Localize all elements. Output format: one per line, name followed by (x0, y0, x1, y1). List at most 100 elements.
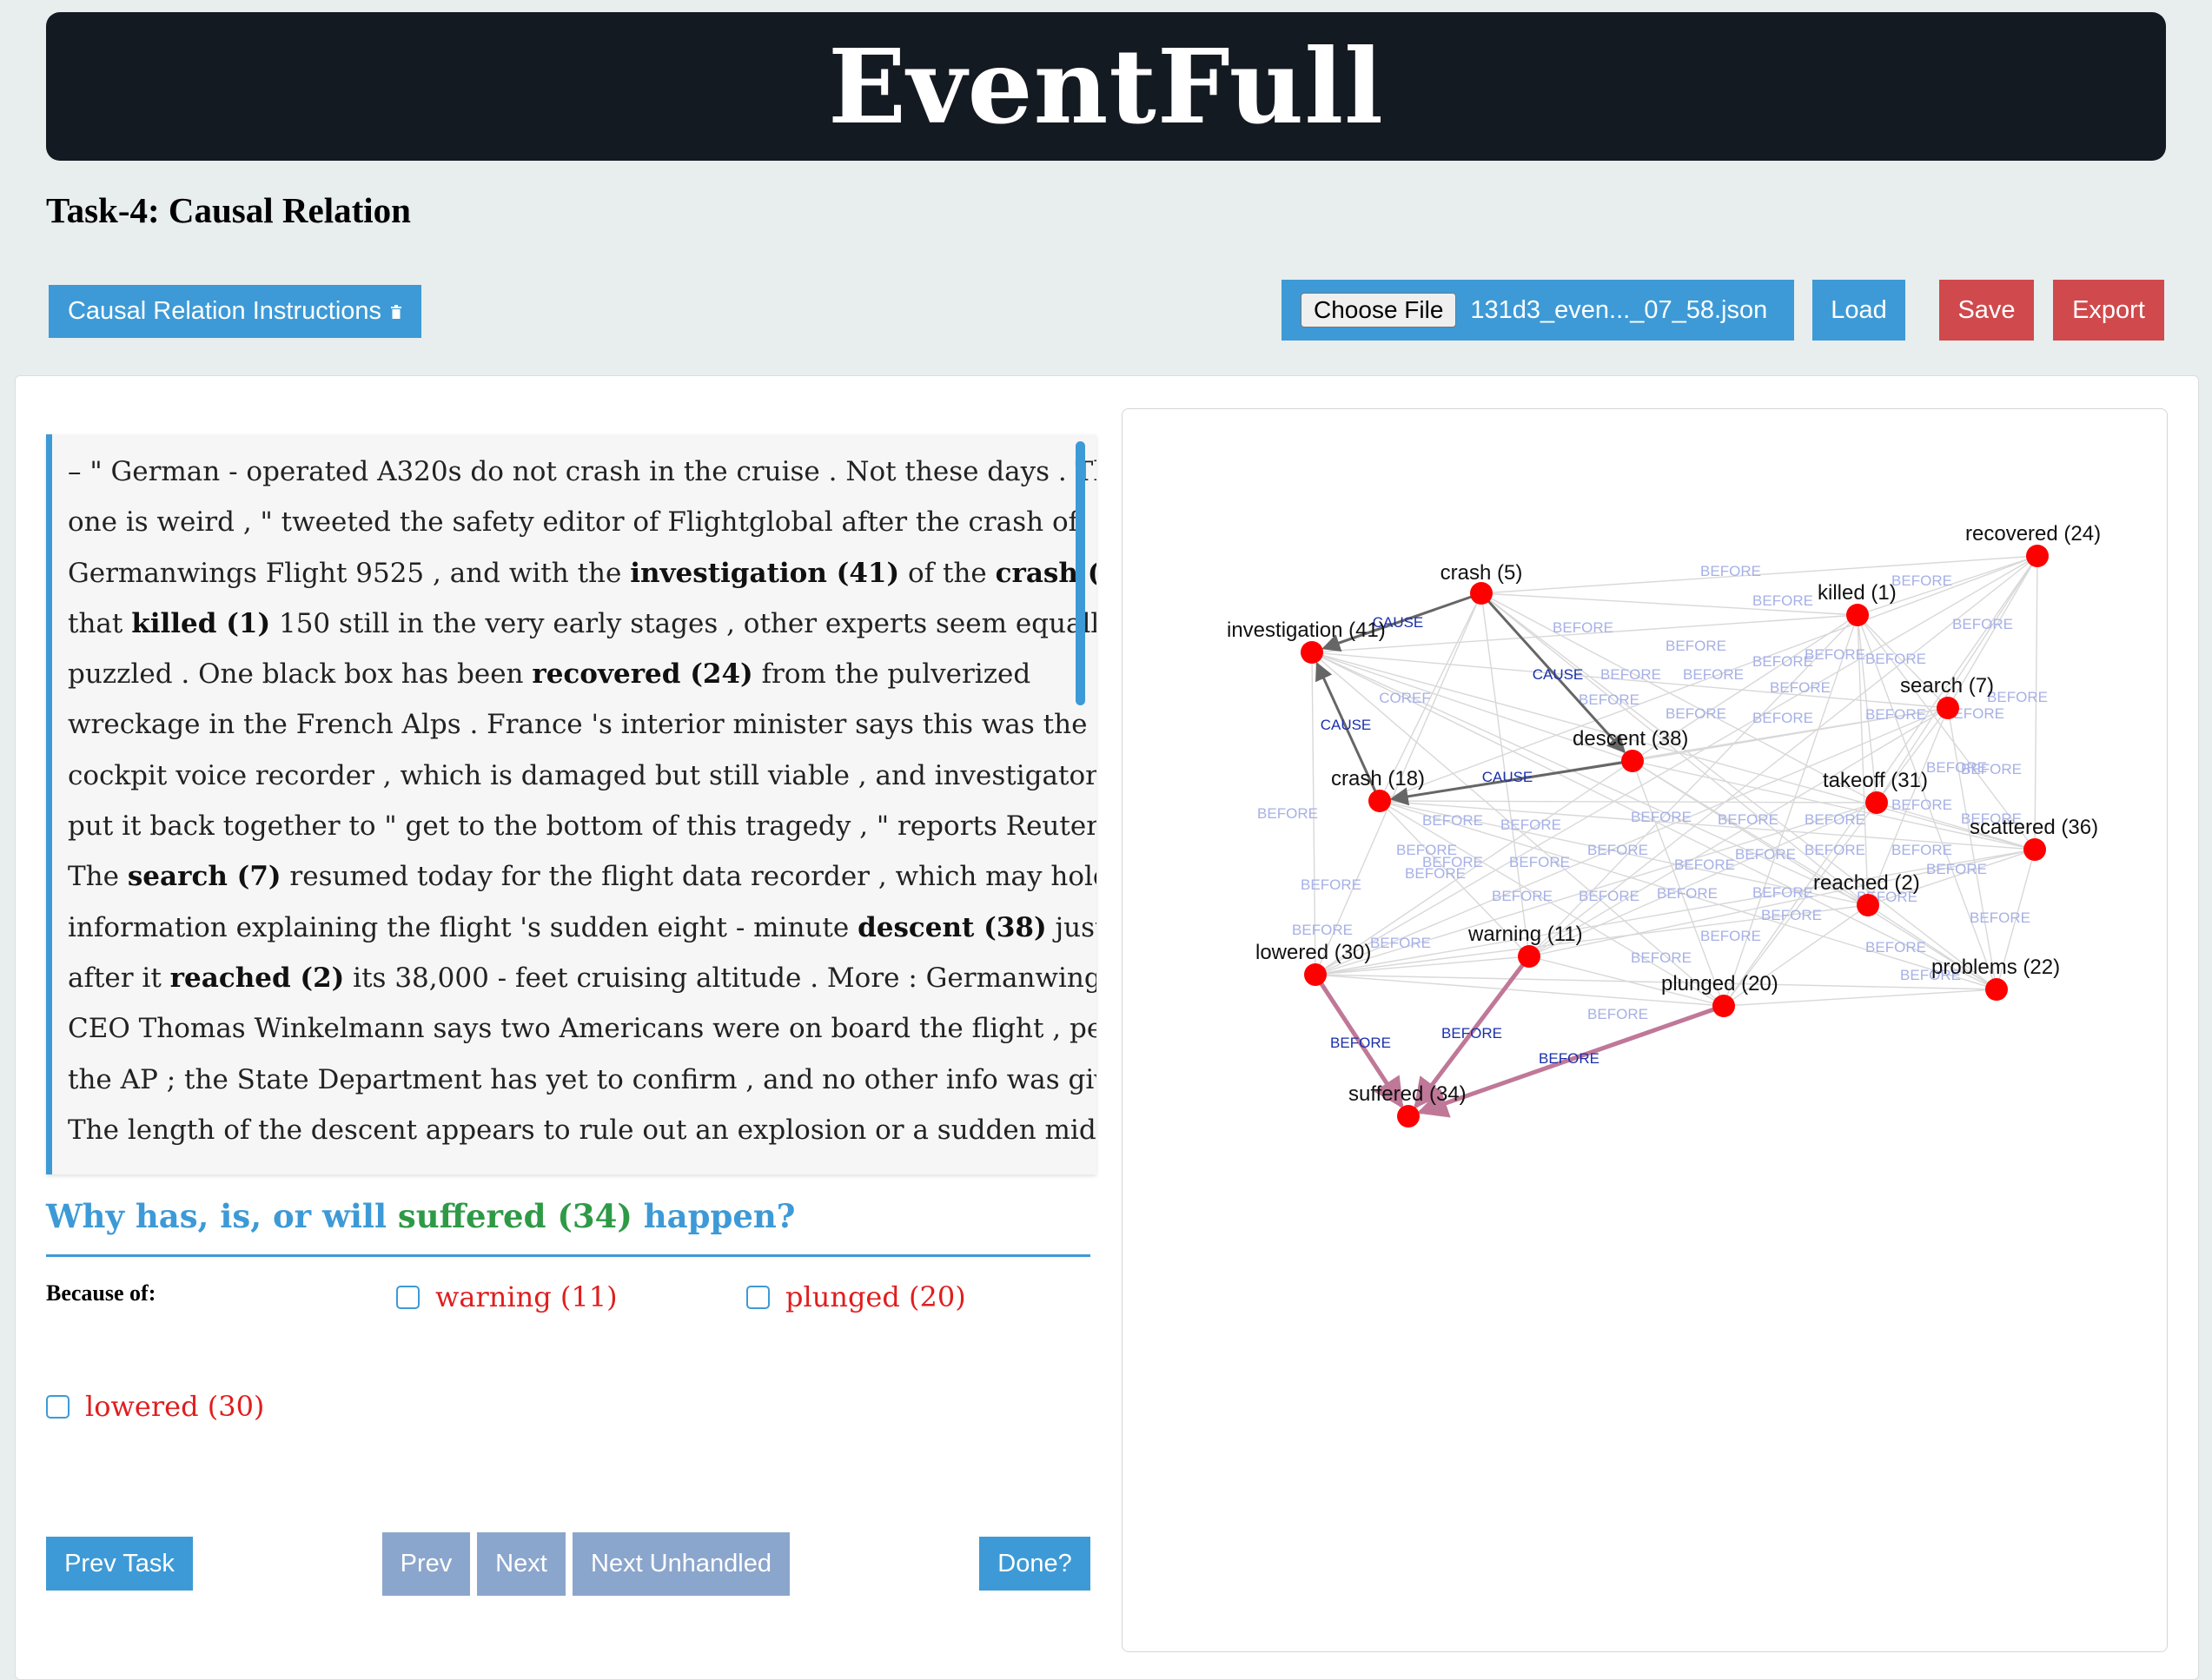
edge-label-faint: BEFORE (1631, 809, 1692, 825)
option-plunged[interactable]: plunged (20) (746, 1280, 966, 1313)
graph-node[interactable] (1857, 894, 1879, 916)
event-mention: reached (2) (169, 962, 345, 994)
save-button[interactable]: Save (1939, 280, 2034, 341)
option-lowered[interactable]: lowered (30) (46, 1390, 264, 1423)
option-checkbox[interactable] (746, 1285, 770, 1309)
edge-label-faint: BEFORE (1657, 885, 1718, 902)
edge-label-faint: BEFORE (1752, 592, 1813, 609)
before-edge-faint[interactable] (1632, 760, 1725, 1007)
app-title: EventFull (827, 26, 1385, 147)
text-segment: one is weird , " tweeted the safety edit… (68, 506, 1079, 539)
edge-label-cause: CAUSE (1482, 769, 1533, 785)
event-mention: descent (38) (858, 911, 1047, 943)
graph-node[interactable] (1397, 1105, 1420, 1128)
edge-label-faint: BEFORE (1492, 888, 1553, 904)
edge-label-faint: BEFORE (1422, 812, 1483, 829)
edge-label-faint: BEFORE (1961, 761, 2022, 777)
option-checkbox[interactable] (396, 1285, 420, 1309)
graph-node[interactable] (1304, 963, 1327, 986)
next-button[interactable]: Next (477, 1532, 566, 1596)
edge-label-faint: BEFORE (1405, 865, 1466, 882)
event-graph-canvas[interactable]: BEFORE BEFORE BEFORE BEFORE BEFORE BEFORE BEFO… (1123, 409, 2167, 1651)
next-unhandled-button[interactable]: Next Unhandled (573, 1532, 790, 1596)
edge-label-faint: BEFORE (1805, 811, 1865, 828)
event-graph[interactable]: BEFORE BEFORE BEFORE BEFORE BEFORE BEFORE BEFO… (1122, 408, 2168, 1652)
edge-label-faint: BEFORE (1301, 876, 1361, 893)
document-text: – " German - operated A320s do not crash… (68, 446, 1096, 1155)
edge-label-cause: CAUSE (1321, 717, 1372, 733)
option-checkbox[interactable] (46, 1394, 70, 1419)
done-button[interactable]: Done? (979, 1537, 1090, 1591)
edge-label-faint: BEFORE (1891, 797, 1952, 813)
instructions-button[interactable]: Causal Relation Instructions (49, 285, 421, 338)
document-scrollbar[interactable] (1076, 441, 1085, 705)
graph-node-label: descent (38) (1573, 727, 1688, 751)
graph-node-label: takeoff (31) (1823, 769, 1928, 792)
edge-label-faint: BEFORE (1752, 884, 1813, 901)
prev-button[interactable]: Prev (382, 1532, 470, 1596)
edge-label-faint: BEFORE (1805, 842, 1865, 858)
graph-node[interactable] (1712, 995, 1735, 1017)
question-prefix: Why has, is, or will (46, 1197, 398, 1235)
edge-label-faint: BEFORE (1891, 572, 1952, 589)
edge-label-faint: BEFORE (1587, 1006, 1648, 1022)
text-segment: puzzled . One black box has been (68, 658, 533, 691)
edge-label-faint: BEFORE (1500, 817, 1561, 833)
edge-label-faint: BEFORE (1718, 811, 1778, 828)
option-warning[interactable]: warning (11) (396, 1280, 618, 1313)
edge-label-faint: BEFORE (1579, 888, 1639, 904)
edge-label-faint: BEFORE (1370, 935, 1431, 951)
option-label: plunged (20) (785, 1280, 966, 1313)
before-edge-faint[interactable] (1379, 798, 1878, 807)
text-segment: of the (899, 557, 996, 589)
graph-node-label: crash (5) (1440, 561, 1523, 585)
prev-task-button[interactable]: Prev Task (46, 1537, 193, 1591)
graph-node[interactable] (1470, 582, 1493, 605)
document-line: information explaining the flight 's sud… (68, 903, 1096, 953)
task-title: Task-4: Causal Relation (46, 190, 411, 230)
document-line: – " German - operated A320s do not crash… (68, 446, 1096, 497)
question-event: suffered (34) (397, 1197, 632, 1235)
graph-node[interactable] (2023, 838, 2046, 861)
graph-node[interactable] (1621, 750, 1644, 772)
edge-label-faint: BEFORE (1970, 909, 2030, 926)
text-segment: its 38,000 - feet cruising altitude . Mo… (344, 962, 1096, 994)
document-line: puzzled . One black box has been recover… (68, 649, 1058, 699)
option-label: lowered (30) (85, 1390, 265, 1423)
graph-node[interactable] (1865, 791, 1888, 814)
event-mention: investigation (41) (630, 557, 900, 589)
edge-label-faint: BEFORE (1865, 706, 1926, 723)
because-label: Because of: (46, 1280, 156, 1306)
edge-label-faint: BEFORE (1509, 854, 1570, 870)
edge-label-faint: BEFORE (1952, 616, 2013, 632)
text-segment: cockpit voice recorder , which is damage… (68, 759, 1096, 791)
graph-node[interactable] (2026, 545, 2049, 567)
edge-label-faint: BEFORE (1700, 563, 1761, 579)
file-picker[interactable]: Choose File 131d3_even..._07_58.json (1282, 280, 1794, 341)
graph-node[interactable] (1937, 697, 1959, 719)
app-header: EventFull (46, 12, 2166, 161)
graph-node[interactable] (1368, 790, 1391, 812)
graph-node[interactable] (1846, 604, 1869, 626)
graph-node[interactable] (1301, 641, 1323, 664)
before-edge-faint[interactable] (1947, 707, 2000, 990)
export-button[interactable]: Export (2053, 280, 2164, 341)
graph-node-label: scattered (36) (1970, 816, 2098, 839)
graph-node-label: search (7) (1900, 674, 1994, 698)
graph-node-label: recovered (24) (1965, 522, 2101, 546)
edge-label-faint: BEFORE (1553, 619, 1613, 636)
graph-node-label: investigation (41) (1227, 618, 1386, 642)
trash-icon (391, 304, 402, 319)
edge-label-coref: COREF (1379, 690, 1431, 706)
before-edge-faint[interactable] (1722, 614, 1858, 1007)
graph-node[interactable] (1518, 945, 1540, 968)
edge-label-faint: BEFORE (1805, 646, 1865, 663)
edge-label-before: BEFORE (1539, 1050, 1599, 1067)
edge-label-faint: BEFORE (1600, 666, 1661, 683)
graph-node-label: plunged (20) (1661, 972, 1778, 995)
text-segment: just (1055, 911, 1096, 943)
graph-node[interactable] (1985, 978, 2008, 1001)
choose-file-button[interactable]: Choose File (1301, 293, 1457, 327)
load-button[interactable]: Load (1812, 280, 1905, 341)
graph-node-label: suffered (34) (1348, 1082, 1467, 1106)
